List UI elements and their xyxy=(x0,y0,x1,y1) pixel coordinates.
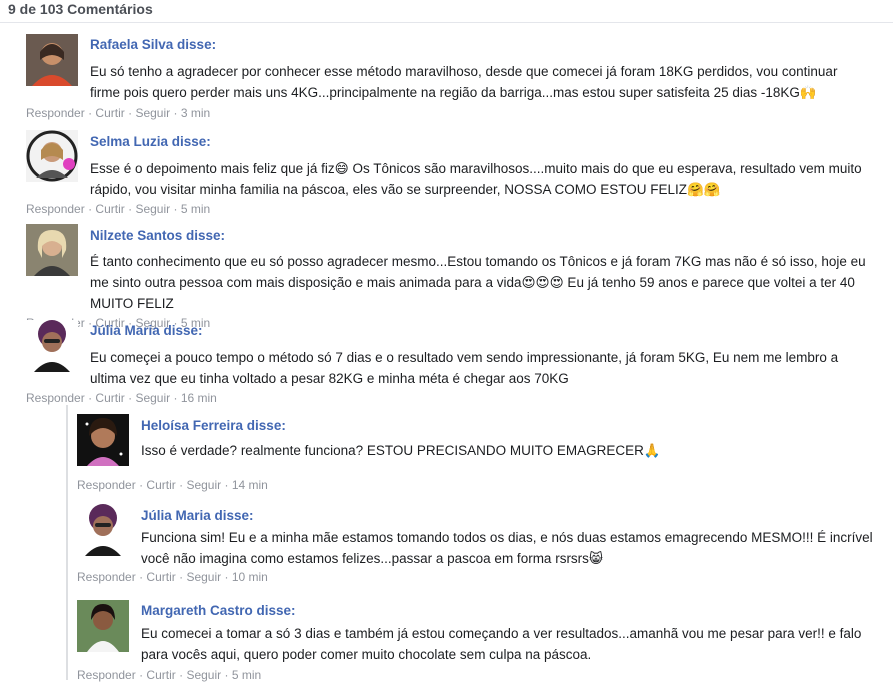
reply-link[interactable]: Responder xyxy=(26,391,85,405)
avatar[interactable] xyxy=(26,224,78,276)
comment-text: Eu comecei a tomar a só 3 dias e também … xyxy=(141,626,862,662)
comment-author[interactable]: Rafaela Silva disse: xyxy=(90,37,216,52)
comments-count: 9 de 103 Comentários xyxy=(8,1,153,17)
comment-author[interactable]: Júlia Maria disse: xyxy=(90,323,203,338)
comment-actions: Responder · Curtir · Seguir · 5 min xyxy=(26,202,211,216)
comment-author[interactable]: Margareth Castro disse: xyxy=(141,603,296,618)
comment-time: 16 min xyxy=(180,391,217,405)
follow-link[interactable]: Seguir xyxy=(186,668,221,682)
comment-time: 3 min xyxy=(180,106,211,120)
follow-link[interactable]: Seguir xyxy=(135,391,170,405)
like-link[interactable]: Curtir xyxy=(146,570,175,584)
comment-text: Eu só tenho a agradecer por conhecer ess… xyxy=(90,64,838,100)
reply-link[interactable]: Responder xyxy=(26,106,85,120)
comment-time: 5 min xyxy=(180,202,211,216)
comment-author[interactable]: Nilzete Santos disse: xyxy=(90,228,225,243)
avatar[interactable] xyxy=(77,600,129,652)
avatar[interactable] xyxy=(26,34,78,86)
comment-text: Eu começei a pouco tempo o método só 7 d… xyxy=(90,350,839,386)
like-link[interactable]: Curtir xyxy=(95,202,124,216)
comment-text: Esse é o depoimento mais feliz que já fi… xyxy=(90,161,862,197)
follow-link[interactable]: Seguir xyxy=(186,570,221,584)
comments-header: 9 de 103 Comentários xyxy=(0,0,893,23)
comment-text: Isso é verdade? realmente funciona? ESTO… xyxy=(141,443,661,458)
comment-time: 10 min xyxy=(231,570,268,584)
follow-link[interactable]: Seguir xyxy=(135,202,170,216)
comment-actions: Responder · Curtir · Seguir · 10 min xyxy=(77,570,268,584)
comment-text: Funciona sim! Eu e a minha mãe estamos t… xyxy=(141,530,873,566)
reply-link[interactable]: Responder xyxy=(26,202,85,216)
follow-link[interactable]: Seguir xyxy=(135,106,170,120)
comment-time: 5 min xyxy=(231,668,262,682)
like-link[interactable]: Curtir xyxy=(95,106,124,120)
avatar[interactable] xyxy=(26,320,78,372)
reply-link[interactable]: Responder xyxy=(77,668,136,682)
comment-actions: Responder · Curtir · Seguir · 3 min xyxy=(26,106,211,120)
like-link[interactable]: Curtir xyxy=(146,478,175,492)
comment-author[interactable]: Júlia Maria disse: xyxy=(141,508,254,523)
reply-link[interactable]: Responder xyxy=(77,570,136,584)
reply-link[interactable]: Responder xyxy=(77,478,136,492)
comment-author[interactable]: Selma Luzia disse: xyxy=(90,134,211,149)
like-link[interactable]: Curtir xyxy=(146,668,175,682)
comment-actions: Responder · Curtir · Seguir · 5 min xyxy=(77,668,262,682)
comment-actions: Responder · Curtir · Seguir · 14 min xyxy=(77,478,268,492)
comment-text: É tanto conhecimento que eu só posso agr… xyxy=(90,254,866,311)
reply-thread-line xyxy=(66,405,68,680)
comment-time: 14 min xyxy=(231,478,268,492)
comment-actions: Responder · Curtir · Seguir · 16 min xyxy=(26,391,217,405)
avatar[interactable] xyxy=(26,130,78,182)
avatar[interactable] xyxy=(77,504,129,556)
follow-link[interactable]: Seguir xyxy=(186,478,221,492)
avatar[interactable] xyxy=(77,414,129,466)
like-link[interactable]: Curtir xyxy=(95,391,124,405)
comment-author[interactable]: Heloísa Ferreira disse: xyxy=(141,418,286,433)
